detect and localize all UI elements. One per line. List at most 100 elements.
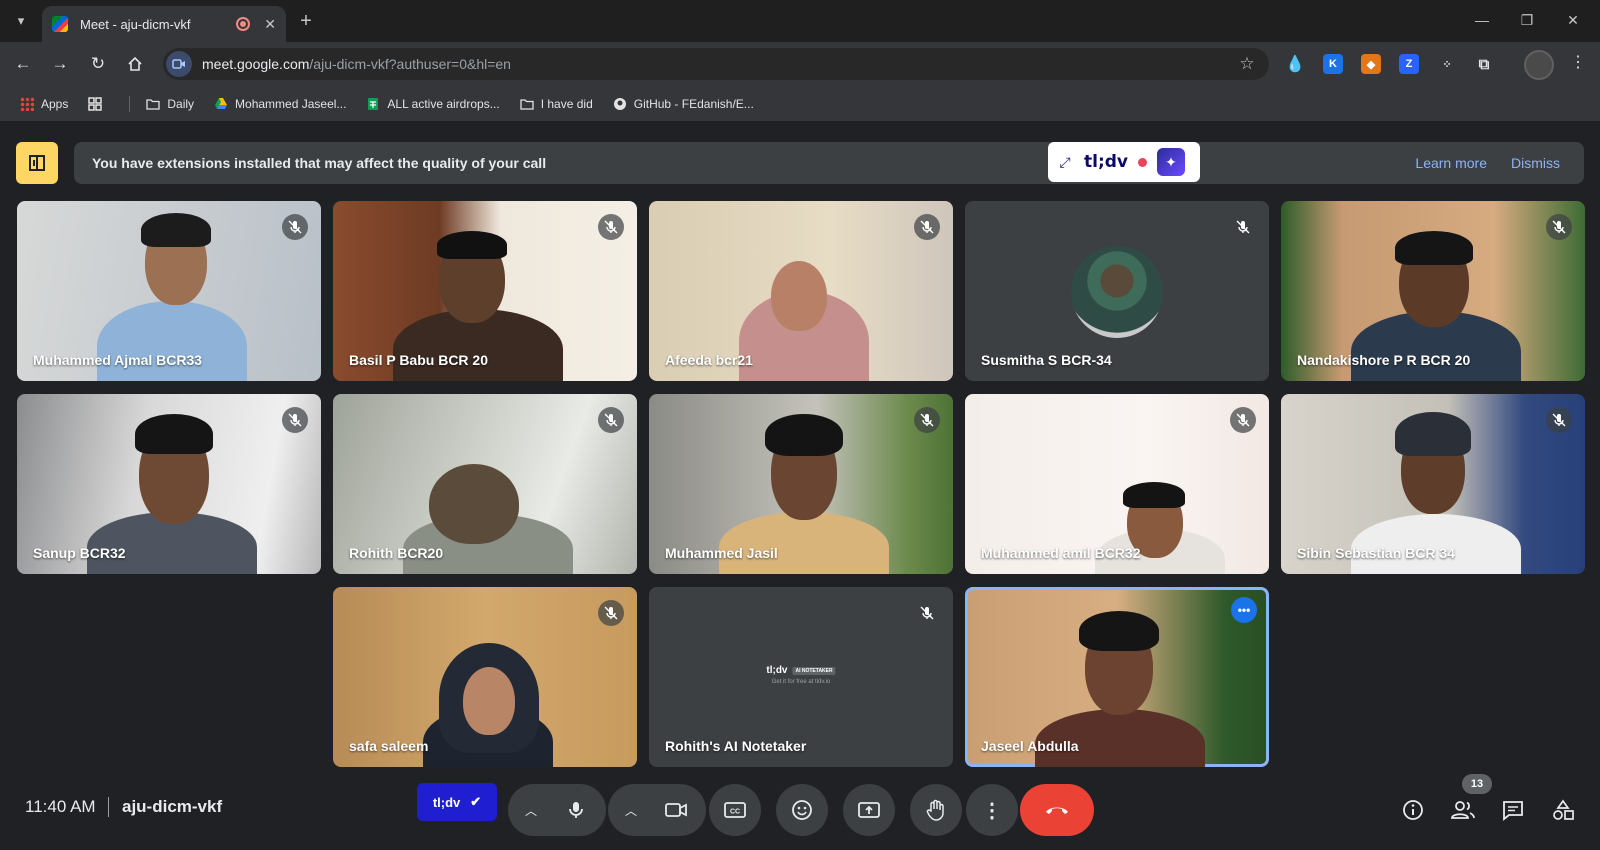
participant-tile[interactable]: Nandakishore P R BCR 20 xyxy=(1281,201,1585,381)
participant-tile[interactable]: Basil P Babu BCR 20 xyxy=(333,201,637,381)
participant-name: Susmitha S BCR-34 xyxy=(981,352,1112,368)
participant-face xyxy=(771,261,827,331)
participant-tile[interactable]: Susmitha S BCR-34 xyxy=(965,201,1269,381)
sheets-icon xyxy=(368,97,379,110)
chat-button[interactable] xyxy=(1499,796,1527,824)
profile-avatar[interactable] xyxy=(1524,50,1554,80)
bookmark-tab-groups[interactable] xyxy=(88,96,109,111)
browser-menu-icon[interactable]: ⋮ xyxy=(1568,52,1588,72)
dots-extension-icon[interactable]: ⁘ xyxy=(1437,54,1457,74)
participant-name: Afeeda bcr21 xyxy=(665,352,753,368)
raise-hand-icon xyxy=(926,799,944,821)
new-tab-icon[interactable]: + xyxy=(294,9,318,33)
mic-off-icon xyxy=(282,214,308,240)
meeting-time: 11:40 AM xyxy=(25,797,96,816)
participant-tile[interactable]: Muhammed Ajmal BCR33 xyxy=(17,201,321,381)
participant-tile[interactable]: tl;dv AI NOTETAKER Get it for free at tl… xyxy=(649,587,953,767)
home-icon[interactable] xyxy=(121,50,149,78)
bookmark-label: ALL active airdrops... xyxy=(387,96,500,111)
participant-name: Jaseel Abdulla xyxy=(981,738,1079,754)
reload-icon[interactable]: ↻ xyxy=(84,50,112,78)
tldv-ai-icon[interactable]: ✦ xyxy=(1157,148,1186,176)
notetaker-logo: tl;dv xyxy=(766,665,788,676)
activities-button[interactable] xyxy=(1549,796,1577,824)
forward-icon[interactable]: → xyxy=(46,50,74,78)
bookmark-label: I have did xyxy=(540,96,593,111)
camera-button[interactable] xyxy=(650,784,702,836)
audio-options-chevron-icon[interactable]: ︿ xyxy=(519,798,543,822)
tab-search-chevron-icon[interactable]: ▾ xyxy=(8,8,34,34)
participant-tile[interactable]: Afeeda bcr21 xyxy=(649,201,953,381)
participant-avatar xyxy=(1071,246,1163,338)
divider xyxy=(108,797,109,817)
participant-tile[interactable]: Rohith BCR20 xyxy=(333,394,637,574)
microphone-icon xyxy=(569,802,583,818)
present-button[interactable] xyxy=(843,784,895,836)
participant-tile[interactable]: safa saleem xyxy=(333,587,637,767)
mic-off-icon xyxy=(1546,214,1572,240)
bookmark-label: Daily xyxy=(167,96,195,111)
k-extension-icon[interactable]: K xyxy=(1323,54,1343,74)
participant-hair xyxy=(437,231,507,259)
dismiss-button[interactable]: Dismiss xyxy=(1511,155,1560,171)
folder-icon xyxy=(146,98,161,110)
url-path: /aju-dicm-vkf?authuser=0&hl=en xyxy=(309,56,511,72)
raise-hand-button[interactable] xyxy=(910,784,962,836)
participant-hair xyxy=(765,414,843,456)
present-screen-icon xyxy=(858,802,880,818)
bookmark-daily[interactable]: Daily xyxy=(146,97,194,111)
leave-call-button[interactable] xyxy=(1020,784,1094,836)
bookmark-star-icon[interactable]: ☆ xyxy=(1233,54,1261,74)
notetaker-card: tl;dv AI NOTETAKER Get it for free at tl… xyxy=(766,665,836,685)
bookmark-separator xyxy=(129,95,131,112)
participant-face xyxy=(463,667,515,735)
people-button[interactable] xyxy=(1449,796,1477,824)
participant-tile[interactable]: Muhammed Jasil xyxy=(649,394,953,574)
mic-off-icon xyxy=(1546,407,1572,433)
recording-icon xyxy=(236,17,251,31)
metamask-icon[interactable]: ◆ xyxy=(1361,54,1381,74)
participant-tile[interactable]: Muhammed amil BCR32 xyxy=(965,394,1269,574)
bookmark-apps[interactable]: Apps xyxy=(20,96,68,111)
emoji-icon xyxy=(792,800,812,820)
participant-name: Muhammed Jasil xyxy=(665,545,778,561)
minimize-icon[interactable]: — xyxy=(1467,8,1497,32)
puzzle-icon[interactable]: ⧉ xyxy=(1474,54,1494,74)
learn-more-link[interactable]: Learn more xyxy=(1415,155,1487,171)
tab-groups-icon xyxy=(88,96,103,111)
captions-button[interactable]: CC xyxy=(709,784,761,836)
participant-tile[interactable]: Sibin Sebastian BCR 34 xyxy=(1281,394,1585,574)
reactions-button[interactable] xyxy=(776,784,828,836)
close-window-icon[interactable]: ✕ xyxy=(1558,8,1588,32)
url-host: meet.google.com xyxy=(202,56,310,72)
video-options-chevron-icon[interactable]: ︿ xyxy=(619,798,643,822)
bookmark-github[interactable]: GitHub - FEdanish/E... xyxy=(613,97,754,111)
mic-off-icon xyxy=(598,407,624,433)
participant-tile-self[interactable]: ••• Jaseel Abdulla xyxy=(965,587,1269,767)
address-bar[interactable]: meet.google.com/aju-dicm-vkf?authuser=0&… xyxy=(163,48,1269,80)
video-camera-icon xyxy=(665,803,687,817)
close-tab-icon[interactable]: ✕ xyxy=(264,16,276,33)
drop-icon[interactable]: 💧 xyxy=(1285,54,1305,74)
site-info-icon[interactable] xyxy=(166,51,192,77)
recording-indicator-icon xyxy=(1138,157,1148,167)
microphone-button[interactable] xyxy=(550,784,602,836)
restore-icon[interactable]: ❐ xyxy=(1512,8,1542,32)
bookmark-label: Mohammed Jaseel... xyxy=(235,96,347,111)
browser-tab-meet[interactable]: Meet - aju-dicm-vkf ✕ xyxy=(42,6,286,42)
expand-icon[interactable]: ⤢ xyxy=(1056,154,1074,171)
meeting-details-button[interactable] xyxy=(1399,796,1427,824)
participant-name: Muhammed amil BCR32 xyxy=(981,545,1141,561)
bookmark-sheets[interactable]: ALL active airdrops... xyxy=(366,96,500,111)
more-options-button[interactable]: ⋮ xyxy=(966,784,1018,836)
meet-favicon-icon xyxy=(52,16,68,32)
tldv-button[interactable]: tl;dv ✔ xyxy=(417,783,497,821)
participant-tile[interactable]: Sanup BCR32 xyxy=(17,394,321,574)
z-extension-icon[interactable]: Z xyxy=(1399,54,1419,74)
bookmark-drive[interactable]: Mohammed Jaseel... xyxy=(214,97,346,111)
back-icon[interactable]: ← xyxy=(9,50,37,78)
more-options-icon[interactable]: ••• xyxy=(1231,597,1257,623)
participant-video xyxy=(719,512,889,574)
bookmark-i-have-did[interactable]: I have did xyxy=(520,97,593,111)
mic-off-icon xyxy=(598,214,624,240)
